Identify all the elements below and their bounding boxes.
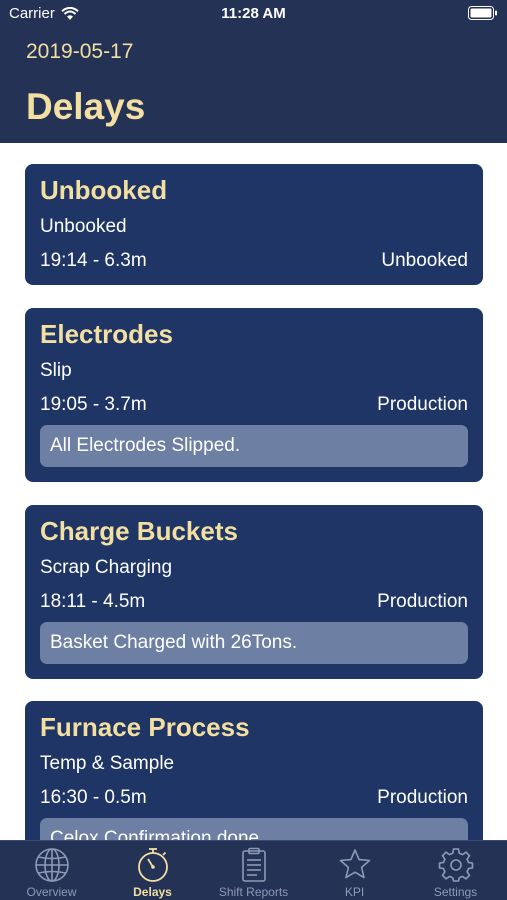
tab-overview[interactable]: Overview <box>1 841 102 900</box>
tab-label: Delays <box>133 885 172 899</box>
header-date: 2019-05-17 <box>26 40 134 63</box>
status-time: 11:28 AM <box>221 5 286 22</box>
delay-time: 18:11 - 4.5m <box>40 591 146 612</box>
tab-label: Shift Reports <box>218 885 289 899</box>
delay-card[interactable]: Electrodes Slip 19:05 - 3.7m Production … <box>25 308 483 482</box>
delay-card[interactable]: Unbooked Unbooked 19:14 - 6.3m Unbooked <box>25 164 483 285</box>
tab-kpi[interactable]: KPI <box>304 841 405 900</box>
tab-label: Settings <box>433 885 478 899</box>
delay-list[interactable]: Unbooked Unbooked 19:14 - 6.3m Unbooked … <box>0 143 507 840</box>
tab-label: KPI <box>344 885 365 899</box>
delay-subtitle: Scrap Charging <box>40 557 173 578</box>
tab-label: Overview <box>26 885 77 899</box>
delay-title: Electrodes <box>40 319 173 349</box>
delay-title: Unbooked <box>40 175 168 205</box>
delay-subtitle: Slip <box>40 360 72 381</box>
delay-category: Unbooked <box>381 250 468 271</box>
globe-icon <box>34 848 69 882</box>
header: Carrier 11:28 AM 2019-05-17 Delays <box>0 0 507 143</box>
delay-title: Charge Buckets <box>40 516 238 546</box>
status-bar: Carrier 11:28 AM <box>0 0 507 28</box>
delay-category: Production <box>377 787 468 808</box>
page-title: Delays <box>26 86 146 127</box>
battery-icon <box>468 6 498 24</box>
delay-note: Basket Charged with 26Tons. <box>40 622 468 664</box>
stopwatch-icon <box>137 848 168 882</box>
tab-delays[interactable]: Delays <box>102 841 203 900</box>
delay-note: Celox Confirmation done. <box>40 818 468 840</box>
tab-bar: Overview Delays Shift Reports KPI Settin… <box>0 840 507 900</box>
delay-time: 16:30 - 0.5m <box>40 787 147 808</box>
clipboard-icon <box>241 847 266 882</box>
delay-note: All Electrodes Slipped. <box>40 425 468 467</box>
delay-time: 19:05 - 3.7m <box>40 394 147 415</box>
tab-settings[interactable]: Settings <box>405 841 506 900</box>
delay-subtitle: Temp & Sample <box>40 753 175 774</box>
delay-category: Production <box>377 591 468 612</box>
delay-title: Furnace Process <box>40 712 250 742</box>
delay-card[interactable]: Charge Buckets Scrap Charging 18:11 - 4.… <box>25 505 483 679</box>
delay-category: Production <box>377 394 468 415</box>
delay-card[interactable]: Furnace Process Temp & Sample 16:30 - 0.… <box>25 701 483 840</box>
gear-icon <box>438 848 473 882</box>
delay-time: 19:14 - 6.3m <box>40 250 147 271</box>
delay-subtitle: Unbooked <box>40 216 127 237</box>
star-icon <box>339 849 370 879</box>
tab-shift-reports[interactable]: Shift Reports <box>203 841 304 900</box>
